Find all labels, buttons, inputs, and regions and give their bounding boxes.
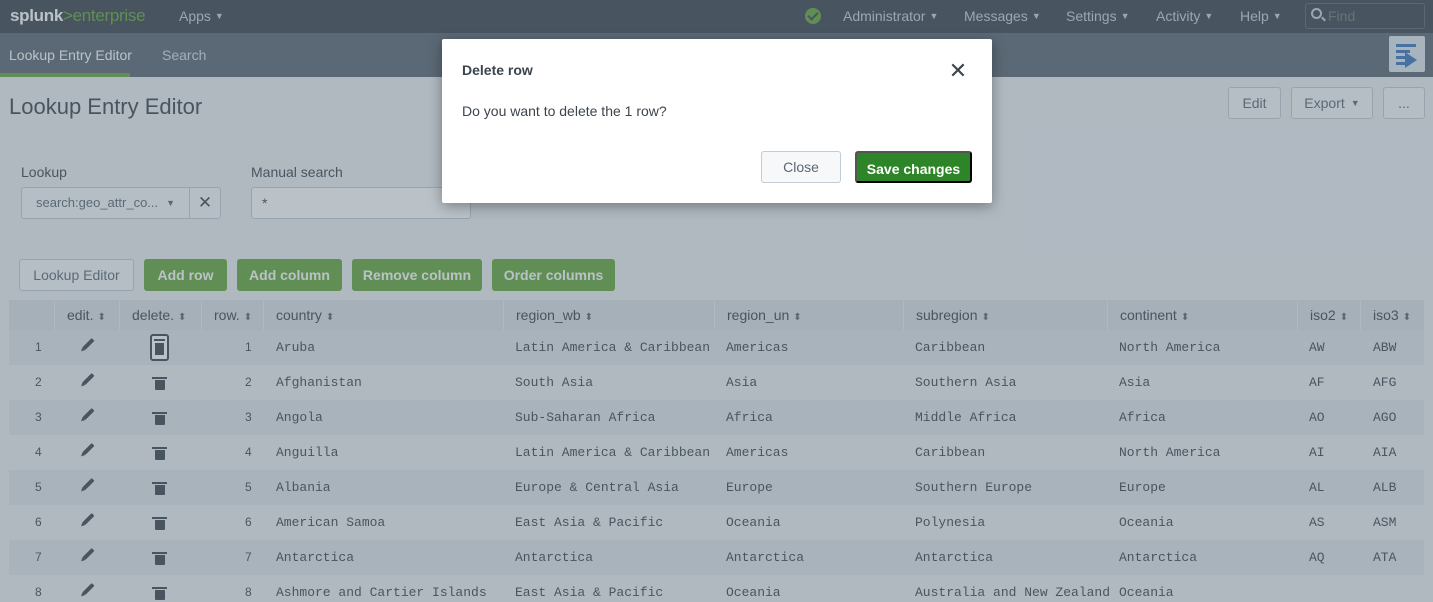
dialog-message: Do you want to delete the 1 row? xyxy=(462,103,667,119)
dialog-title: Delete row xyxy=(462,62,533,78)
delete-row-dialog: Delete row ✕ Do you want to delete the 1… xyxy=(442,39,992,203)
close-icon[interactable]: ✕ xyxy=(947,60,969,83)
save-changes-button[interactable]: Save changes xyxy=(855,151,972,183)
close-button[interactable]: Close xyxy=(761,151,841,183)
